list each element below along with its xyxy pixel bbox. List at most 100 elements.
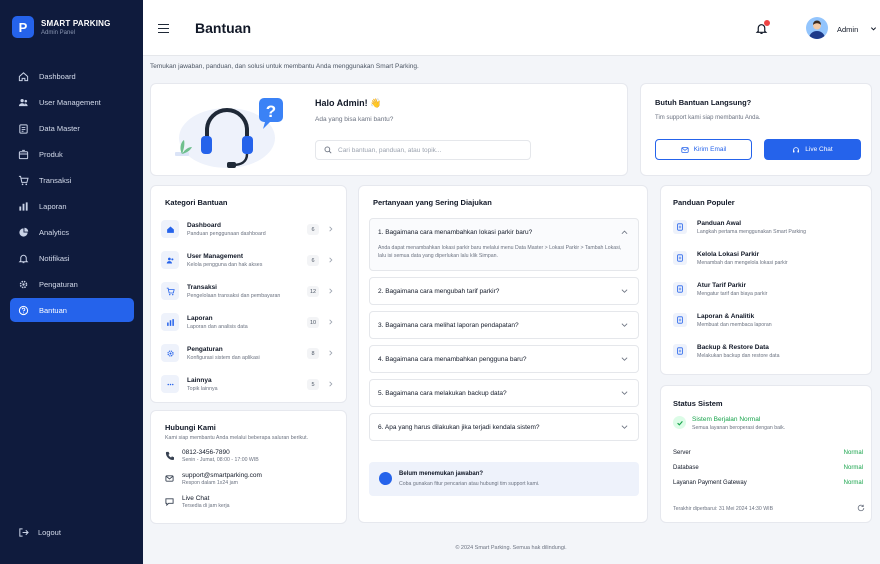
category-count: 6 bbox=[307, 224, 319, 235]
user-name[interactable]: Admin bbox=[837, 25, 858, 34]
sidebar-item-label: Notifikasi bbox=[39, 253, 70, 263]
status-row: Layanan Payment Gateway Normal bbox=[673, 480, 863, 486]
status-value: Normal bbox=[843, 480, 863, 486]
chevron-down-icon bbox=[621, 323, 628, 327]
chat-note: Tersedia di jam kerja bbox=[182, 503, 230, 509]
menu-toggle-icon[interactable] bbox=[158, 24, 169, 33]
chevron-down-icon bbox=[621, 289, 628, 293]
chevron-right-icon bbox=[329, 257, 333, 263]
faq-item[interactable]: 3. Bagaimana cara melihat laporan pendap… bbox=[369, 311, 639, 339]
search-input[interactable] bbox=[338, 146, 518, 154]
status-ok-subtitle: Semua layanan beroperasi dengan baik. bbox=[692, 425, 786, 431]
sidebar-item-dashboard[interactable]: Dashboard bbox=[10, 64, 134, 88]
headset-icon bbox=[793, 146, 800, 152]
contact-phone[interactable]: 0812-3456-7890 Senin - Jumat, 08:00 - 17:… bbox=[165, 449, 259, 463]
sidebar-item-pengaturan[interactable]: Pengaturan bbox=[10, 272, 134, 296]
chevron-right-icon bbox=[329, 381, 333, 387]
faq-note-title: Belum menemukan jawaban? bbox=[399, 471, 484, 477]
logout-button[interactable]: Logout bbox=[18, 527, 61, 538]
guide-desc: Menambah dan mengelola lokasi parkir bbox=[697, 259, 788, 266]
faq-item[interactable]: 6. Apa yang harus dilakukan jika terjadi… bbox=[369, 413, 639, 441]
send-email-button[interactable]: Kirim Email bbox=[655, 139, 752, 160]
phone-hours: Senin - Jumat, 08:00 - 17:00 WIB bbox=[182, 457, 259, 463]
category-item-pengaturan[interactable]: Pengaturan Konfigurasi sistem dan aplikas… bbox=[161, 340, 339, 366]
help-categories-card: Kategori Bantuan Dashboard Panduan penggu… bbox=[150, 185, 347, 403]
sidebar-nav: Dashboard User Management Data Master Pr… bbox=[10, 64, 134, 324]
sidebar-item-notifikasi[interactable]: Notifikasi bbox=[10, 246, 134, 270]
faq-question: 2. Bagaimana cara mengubah tarif parkir? bbox=[378, 287, 500, 295]
notification-dot bbox=[764, 20, 770, 26]
bar-chart-icon bbox=[19, 201, 28, 211]
status-name: Database bbox=[673, 465, 699, 471]
cart-icon bbox=[166, 287, 175, 295]
faq-question: 3. Bagaimana cara melihat laporan pendap… bbox=[378, 321, 519, 329]
contact-email[interactable]: support@smartparking.com Respon dalam 1x2… bbox=[165, 472, 262, 486]
guide-item[interactable]: Panduan Awal Langkah pertama menggunakan … bbox=[673, 216, 863, 238]
category-desc: Kelola pengguna dan hak akses bbox=[187, 261, 263, 268]
brand-name: SMART PARKING bbox=[41, 18, 111, 28]
guide-item[interactable]: Atur Tarif Parkir Mengatur tarif dan biay… bbox=[673, 278, 863, 300]
faq-item[interactable]: 2. Bagaimana cara mengubah tarif parkir? bbox=[369, 277, 639, 305]
guide-desc: Melakukan backup dan restore data bbox=[697, 352, 780, 359]
page-subtitle: Temukan jawaban, panduan, dan solusi unt… bbox=[150, 63, 419, 70]
brand: P SMART PARKING Admin Panel bbox=[12, 16, 111, 38]
sidebar-item-produk[interactable]: Produk bbox=[10, 142, 134, 166]
search-box[interactable] bbox=[315, 140, 531, 160]
sidebar-item-laporan[interactable]: Laporan bbox=[10, 194, 134, 218]
guide-desc: Langkah pertama menggunakan Smart Parkin… bbox=[697, 228, 807, 235]
guide-item[interactable]: Backup & Restore Data Melakukan backup da… bbox=[673, 340, 863, 362]
faq-question: 1. Bagaimana cara menambahkan lokasi par… bbox=[378, 228, 533, 236]
sidebar-item-user-management[interactable]: User Management bbox=[10, 90, 134, 114]
chevron-down-icon bbox=[621, 357, 628, 361]
faq-item[interactable]: 4. Bagaimana cara menambahkan pengguna b… bbox=[369, 345, 639, 373]
logout-icon bbox=[19, 528, 29, 537]
guide-name: Atur Tarif Parkir bbox=[697, 281, 747, 289]
mail-icon bbox=[680, 146, 689, 153]
faq-card: Pertanyaan yang Sering Diajukan 1. Bagai… bbox=[358, 185, 648, 523]
sidebar-item-data-master[interactable]: Data Master bbox=[10, 116, 134, 140]
category-desc: Pengelolaan transaksi dan pembayaran bbox=[187, 292, 281, 299]
direct-help-subtitle: Tim support kami siap membantu Anda. bbox=[655, 115, 761, 121]
faq-item[interactable]: 5. Bagaimana cara melakukan backup data? bbox=[369, 379, 639, 407]
category-item-dashboard[interactable]: Dashboard Panduan penggunaan dashboard 6 bbox=[161, 216, 339, 242]
topbar: Bantuan Admin bbox=[143, 0, 880, 56]
sidebar-item-label: Pengaturan bbox=[39, 279, 78, 289]
contact-live-chat[interactable]: Live Chat Tersedia di jam kerja bbox=[165, 495, 230, 509]
live-chat-button[interactable]: Live Chat bbox=[764, 139, 861, 160]
svg-text:?: ? bbox=[266, 102, 276, 121]
document-icon bbox=[677, 316, 683, 324]
category-item-transaksi[interactable]: Transaksi Pengelolaan transaksi dan pemba… bbox=[161, 278, 339, 304]
email-note: Respon dalam 1x24 jam bbox=[182, 480, 238, 486]
status-title: Status Sistem bbox=[673, 399, 723, 408]
check-icon bbox=[676, 420, 683, 426]
sidebar-item-transaksi[interactable]: Transaksi bbox=[10, 168, 134, 192]
refresh-icon[interactable] bbox=[857, 504, 865, 512]
category-item-lainnya[interactable]: Lainnya Topik lainnya 5 bbox=[161, 371, 339, 397]
category-name: Laporan bbox=[187, 314, 213, 322]
gear-icon bbox=[166, 349, 174, 357]
status-ok-title: Sistem Berjalan Normal bbox=[692, 416, 761, 423]
avatar[interactable] bbox=[806, 17, 828, 39]
pie-chart-icon bbox=[19, 227, 29, 237]
guide-item[interactable]: Kelola Lokasi Parkir Menambah dan mengelo… bbox=[673, 247, 863, 269]
sidebar-item-label: Produk bbox=[39, 149, 63, 159]
status-value: Normal bbox=[843, 465, 863, 471]
faq-item[interactable]: 1. Bagaimana cara menambahkan lokasi par… bbox=[369, 218, 639, 271]
category-name: Transaksi bbox=[187, 283, 217, 291]
notification-bell-icon[interactable] bbox=[755, 20, 770, 35]
guide-name: Panduan Awal bbox=[697, 219, 742, 227]
status-value: Normal bbox=[843, 450, 863, 456]
guide-desc: Mengatur tarif dan biaya parkir bbox=[697, 290, 768, 297]
guide-item[interactable]: Laporan & Analitik Membuat dan membaca la… bbox=[673, 309, 863, 331]
chevron-down-icon[interactable] bbox=[870, 25, 877, 32]
category-item-user-management[interactable]: User Management Kelola pengguna dan hak a… bbox=[161, 247, 339, 273]
category-item-laporan[interactable]: Laporan Laporan dan analisis data 10 bbox=[161, 309, 339, 335]
sidebar-item-bantuan[interactable]: Bantuan bbox=[10, 298, 134, 322]
sidebar-item-label: Data Master bbox=[39, 123, 80, 133]
footer: © 2024 Smart Parking. Semua hak dilindun… bbox=[455, 545, 567, 551]
document-icon bbox=[677, 285, 683, 293]
sidebar-item-analytics[interactable]: Analytics bbox=[10, 220, 134, 244]
status-updated: Terakhir diperbarui: 31 Mei 2024 14:30 W… bbox=[673, 506, 774, 512]
logout-label: Logout bbox=[38, 528, 61, 537]
category-desc: Panduan penggunaan dashboard bbox=[187, 230, 266, 237]
